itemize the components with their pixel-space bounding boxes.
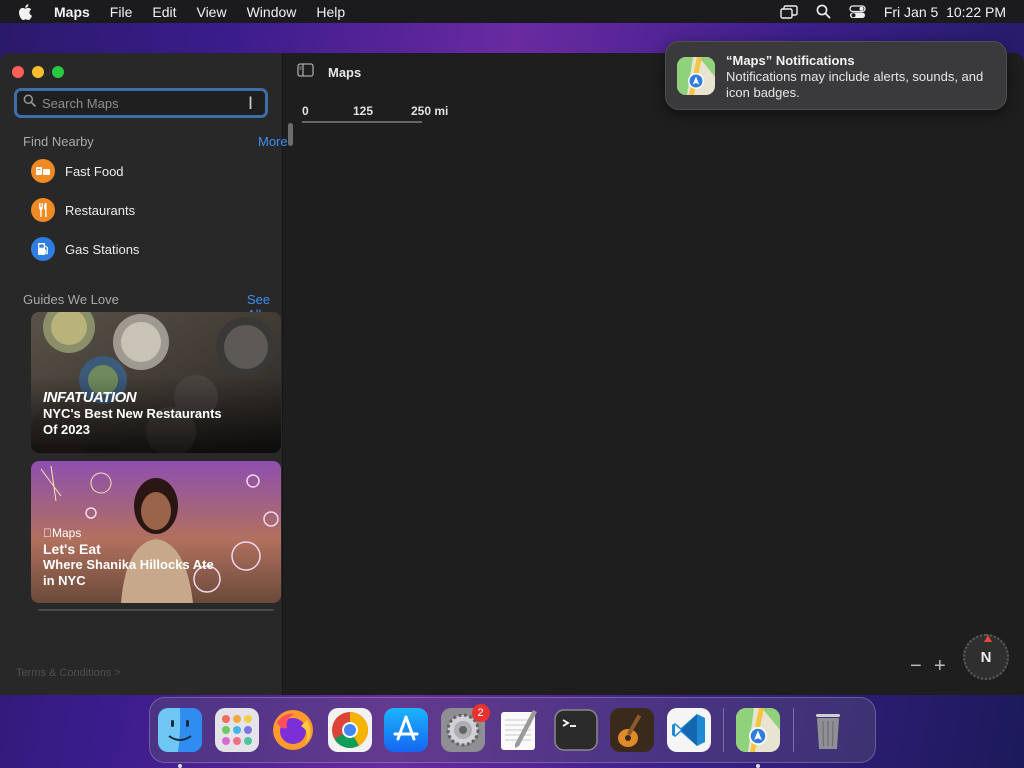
dock-trash-icon[interactable] [806,708,850,752]
control-center-icon[interactable] [849,4,866,19]
guide-brand: Maps [43,526,81,540]
running-indicator [178,764,182,768]
dock-system-settings-icon[interactable]: 2 [440,704,490,752]
menu-help[interactable]: Help [316,4,345,20]
screen-mirroring-icon[interactable] [780,4,798,19]
scale-bar [302,121,422,123]
window-controls [12,66,64,78]
nearby-item-label: Gas Stations [65,241,140,257]
toolbar-title: Maps [328,65,362,80]
guide-title-line2: in NYC [43,573,86,588]
scale-label-0: 0 [302,104,309,118]
terms-conditions-link[interactable]: Terms & Conditions > [16,667,121,679]
running-indicator [756,764,760,768]
sidebar-scrollbar[interactable] [288,123,293,146]
dock-finder-icon[interactable] [158,708,202,768]
dock-terminal-icon[interactable] [553,708,598,752]
notification-body: Notifications may include alerts, sounds… [726,69,984,100]
scale-label-250: 250 mi [411,104,449,118]
menubar-datetime[interactable]: Fri Jan 5 10:22 PM [884,4,1006,20]
search-input[interactable]: Search Maps [42,96,119,111]
fork-knife-icon [31,198,55,222]
fuel-pump-icon [31,237,55,261]
guide-title: Where Shanika Hillocks Ate [43,557,214,572]
zoom-out-button[interactable]: − [910,655,922,678]
spotlight-search-icon[interactable] [816,4,831,19]
sidebar: Search Maps I Find Nearby More Fast Food… [0,53,293,695]
guide-brand: INFATUATION [43,389,137,406]
guide-card-lets-eat[interactable]: Maps Let's Eat Where Shanika Hillocks A… [31,461,281,603]
guide-title-line2: Of 2023 [43,422,90,437]
nearby-item-fast-food[interactable]: Fast Food [31,159,124,183]
next-card-edge [38,609,274,611]
dock-launchpad-icon[interactable] [214,708,259,752]
dock-garageband-icon[interactable] [610,708,654,752]
dock-app-store-icon[interactable] [384,708,428,752]
dock: 2 [149,697,876,768]
apple-menu-icon[interactable] [18,3,34,21]
guide-card-infatuation[interactable]: INFATUATION NYC's Best New Restaurants O… [31,312,281,453]
menu-window[interactable]: Window [247,4,297,20]
nearby-item-label: Fast Food [65,163,124,179]
nearby-item-gas-stations[interactable]: Gas Stations [31,237,139,261]
minimize-window-button[interactable] [32,66,44,78]
notification-title: “Maps” Notifications [726,53,855,68]
menu-file[interactable]: File [110,4,133,20]
menu-bar: Maps File Edit View Window Help Fri Jan … [0,0,1024,23]
nearby-item-label: Restaurants [65,202,136,218]
find-nearby-heading: Find Nearby [23,134,94,149]
dock-separator [792,708,794,752]
guide-subtitle: Let's Eat [43,541,101,557]
maps-app-icon [677,57,715,95]
compass-label: N [980,648,992,666]
dock-maps-icon[interactable] [736,708,780,768]
search-icon [23,94,36,112]
compass-north-marker-icon [984,635,992,642]
dock-separator [723,708,724,752]
maps-window: Search Maps I Find Nearby More Fast Food… [0,53,1024,695]
dock-firefox-icon[interactable] [271,708,315,752]
notification-badge: 2 [471,704,490,722]
text-cursor-icon: I [247,94,253,114]
menu-app-maps[interactable]: Maps [54,4,90,20]
dock-chrome-icon[interactable] [327,708,372,752]
guide-title: NYC's Best New Restaurants [43,406,222,421]
maps-brand: Maps [43,525,214,541]
sidebar-toggle-icon[interactable] [297,63,314,82]
dock-textedit-icon[interactable] [497,708,541,752]
compass-button[interactable]: N [963,634,1009,680]
dock-vscode-icon[interactable] [666,708,711,752]
zoom-window-button[interactable] [52,66,64,78]
guides-heading: Guides We Love [23,292,119,307]
menu-view[interactable]: View [196,4,226,20]
nearby-item-restaurants[interactable]: Restaurants [31,198,135,222]
fast-food-icon [31,159,55,183]
search-field[interactable]: Search Maps I [14,88,268,118]
notification-banner[interactable]: “Maps” Notifications Notifications may i… [665,41,1007,110]
more-link[interactable]: More [258,134,288,149]
close-window-button[interactable] [12,66,24,78]
zoom-in-button[interactable]: + [934,655,946,678]
scale-label-125: 125 [353,104,374,118]
menu-edit[interactable]: Edit [152,4,176,20]
